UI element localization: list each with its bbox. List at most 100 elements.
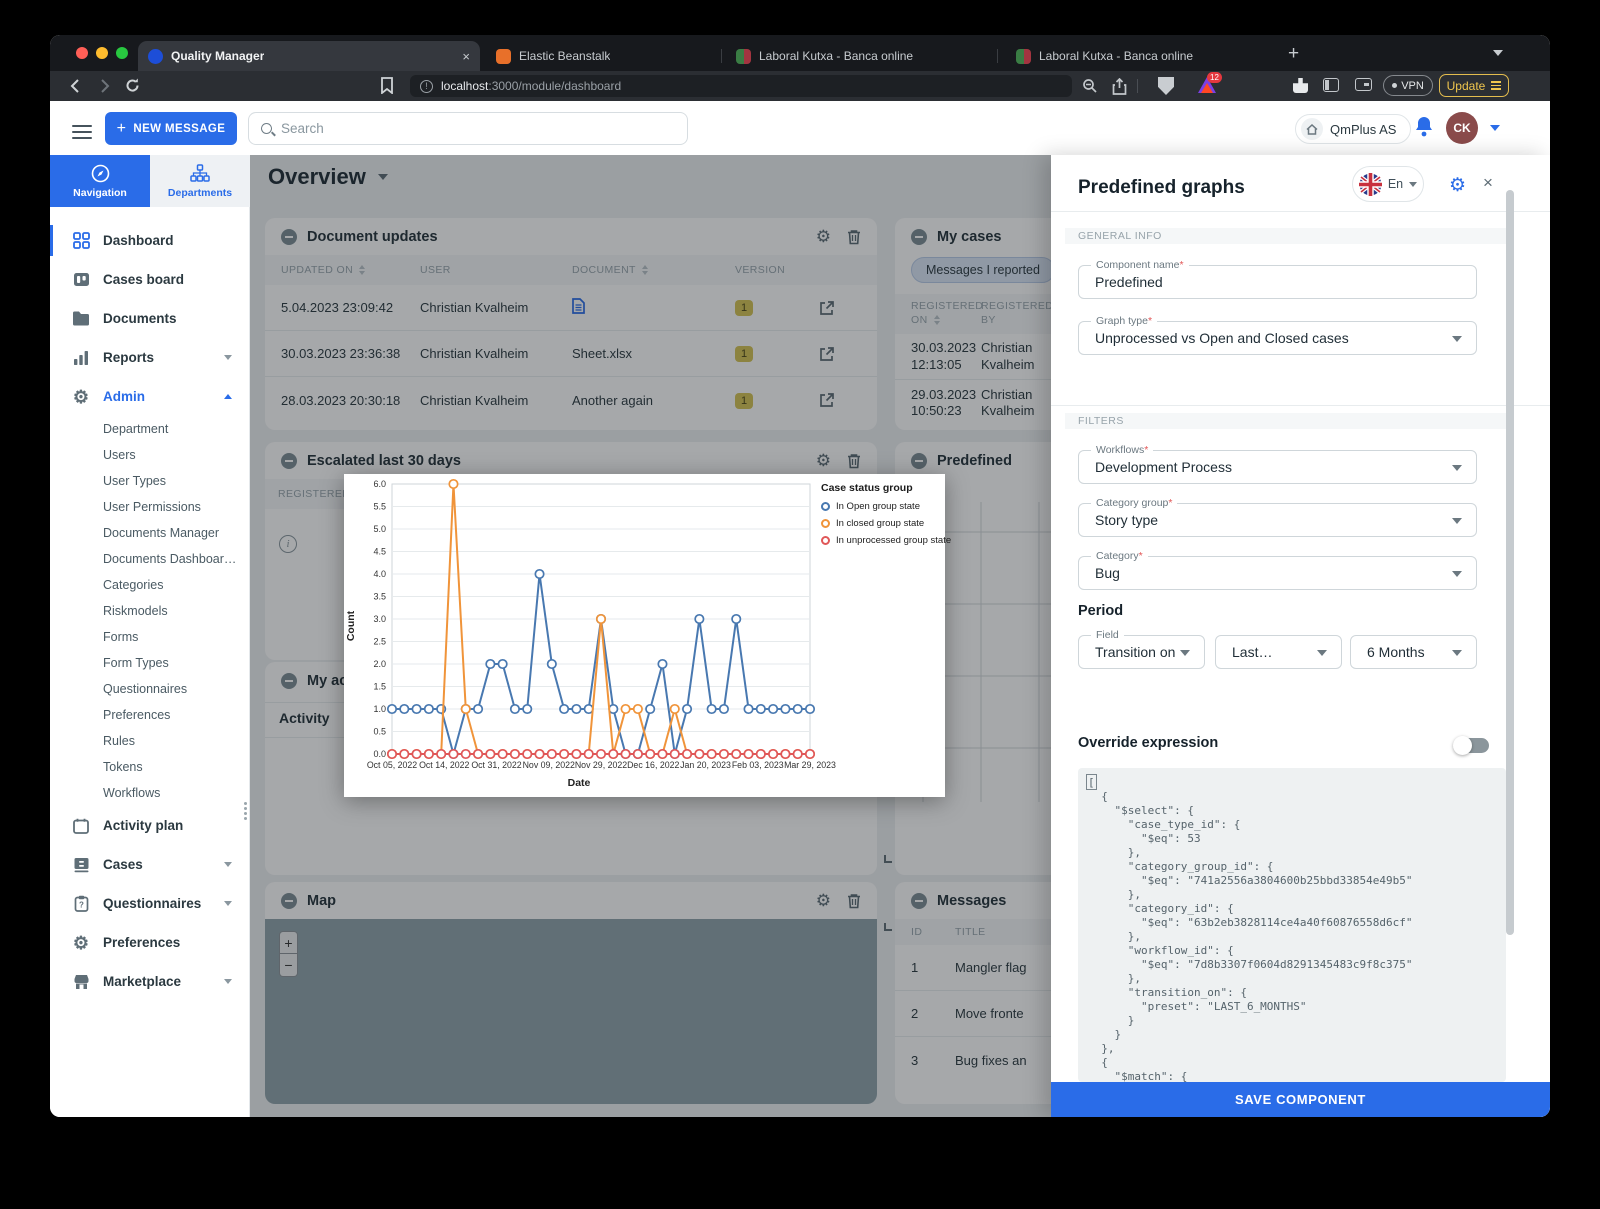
search-placeholder: Search <box>281 121 324 136</box>
predefined-graphs-panel: Predefined graphs En ⚙ × GENERAL INFO Co… <box>1051 155 1550 1117</box>
browser-tab-elastic-beanstalk[interactable]: Elastic Beanstalk <box>486 41 722 71</box>
sidebar-item-cases-board[interactable]: Cases board <box>50 260 250 299</box>
sidebar-item-activity-plan[interactable]: Activity plan <box>50 806 250 845</box>
language-selector[interactable]: En <box>1352 166 1424 202</box>
browser-tab-laboral-kutxa-2[interactable]: Laboral Kutxa - Banca online <box>1006 41 1278 71</box>
sidebar-item-forms[interactable]: Forms <box>50 624 250 650</box>
search-input[interactable]: Search <box>248 112 688 145</box>
browser-tab-quality-manager[interactable]: Quality Manager × <box>138 41 480 71</box>
select-caret-icon <box>1452 465 1462 471</box>
share-icon[interactable] <box>1112 78 1127 95</box>
sidebar-item-reports[interactable]: Reports <box>50 338 250 377</box>
site-info-icon[interactable]: ! <box>420 80 433 93</box>
sidebar-item-label: User Permissions <box>103 500 201 514</box>
sidebar-item-marketplace[interactable]: Marketplace <box>50 962 250 1001</box>
url-bar[interactable]: ! localhost:3000/module/dashboard <box>410 75 1072 97</box>
category-group-select[interactable]: Category group* Story type <box>1078 503 1477 537</box>
bookmark-icon[interactable] <box>380 77 394 94</box>
compass-icon <box>91 164 110 183</box>
sidebar-item-questionnaires[interactable]: ? Questionnaires <box>50 884 250 923</box>
select-caret-icon <box>1452 650 1462 656</box>
override-expression-toggle[interactable] <box>1455 738 1489 753</box>
svg-text:4.0: 4.0 <box>373 569 386 579</box>
sidebar-item-riskmodels[interactable]: Riskmodels <box>50 598 250 624</box>
sidebar-item-admin[interactable]: ⚙ Admin <box>50 377 250 416</box>
user-avatar[interactable]: CK <box>1446 112 1478 144</box>
tab-navigation[interactable]: Navigation <box>50 155 150 207</box>
toolbar-divider <box>1137 79 1138 93</box>
back-button[interactable] <box>68 78 84 94</box>
sidebar-item-user-types[interactable]: User Types <box>50 468 250 494</box>
panel-scrollbar[interactable] <box>1506 190 1514 935</box>
menu-hamburger-icon[interactable] <box>72 121 92 143</box>
period-mode-select[interactable]: Last… <box>1215 635 1342 669</box>
save-component-label: SAVE COMPONENT <box>1235 1092 1366 1107</box>
new-tab-button[interactable]: + <box>1288 43 1299 65</box>
period-field-select[interactable]: Field Transition on <box>1078 635 1205 669</box>
sidebar-item-department[interactable]: Department <box>50 416 250 442</box>
window-minimize-button[interactable] <box>96 47 108 59</box>
organization-selector[interactable]: QmPlus AS <box>1295 114 1411 144</box>
workflows-select[interactable]: Workflows* Development Process <box>1078 450 1477 484</box>
update-button[interactable]: Update <box>1439 74 1509 97</box>
tab-departments[interactable]: Departments <box>150 155 250 207</box>
sidebar-item-workflows[interactable]: Workflows <box>50 780 250 806</box>
component-name-field[interactable]: Component name* Predefined <box>1078 265 1477 299</box>
period-range-select[interactable]: 6 Months <box>1350 635 1477 669</box>
browser-tab-laboral-kutxa-1[interactable]: Laboral Kutxa - Banca online <box>726 41 998 71</box>
tab-search-caret-icon[interactable] <box>1493 50 1503 56</box>
forward-button[interactable] <box>96 78 112 94</box>
reload-button[interactable] <box>124 77 141 94</box>
sidebar-item-documents-manager[interactable]: Documents Manager <box>50 520 250 546</box>
sidebar: Dashboard Cases board Documents Reports … <box>50 207 250 1117</box>
sidebar-item-label: Dashboard <box>103 233 174 248</box>
wallet-icon[interactable] <box>1355 78 1372 91</box>
new-message-button[interactable]: + NEW MESSAGE <box>105 112 237 145</box>
sidebar-item-preferences[interactable]: ⚙ Preferences <box>50 923 250 962</box>
sidebar-item-categories[interactable]: Categories <box>50 572 250 598</box>
sidebar-item-user-permissions[interactable]: User Permissions <box>50 494 250 520</box>
legend-dot <box>821 502 830 511</box>
vpn-button[interactable]: VPN <box>1383 75 1433 96</box>
graph-type-select[interactable]: Graph type* Unprocessed vs Open and Clos… <box>1078 321 1477 355</box>
sidebar-item-form-types[interactable]: Form Types <box>50 650 250 676</box>
sidebar-item-tokens[interactable]: Tokens <box>50 754 250 780</box>
sidebar-item-dashboard[interactable]: Dashboard <box>50 221 250 260</box>
sidebar-item-label: Questionnaires <box>103 682 187 696</box>
svg-text:?: ? <box>79 901 84 910</box>
panel-settings-gear-icon[interactable]: ⚙ <box>1449 174 1466 197</box>
expression-code-block[interactable]: [ { "$select": { "case_type_id": { "$eq"… <box>1078 768 1506 1082</box>
window-close-button[interactable] <box>76 47 88 59</box>
plus-icon: + <box>117 120 127 138</box>
extensions-puzzle-icon[interactable] <box>1293 78 1308 93</box>
required-asterisk: * <box>1144 444 1148 456</box>
brave-shield-icon[interactable] <box>1158 77 1174 95</box>
clipboard-icon: ? <box>72 895 90 913</box>
sidebar-item-documents[interactable]: Documents <box>50 299 250 338</box>
sidebar-item-preferences-admin[interactable]: Preferences <box>50 702 250 728</box>
toggle-knob <box>1453 736 1472 755</box>
sidebar-item-label: Documents Manager <box>103 526 219 540</box>
sidebar-item-label: Rules <box>103 734 135 748</box>
category-select[interactable]: Category* Bug <box>1078 556 1477 590</box>
sidebar-resize-grip[interactable] <box>244 800 249 822</box>
user-menu-caret-icon[interactable] <box>1490 125 1500 131</box>
tab-close-icon[interactable]: × <box>462 49 470 64</box>
sidebar-toggle-icon[interactable] <box>1323 78 1339 92</box>
select-caret-icon <box>1452 518 1462 524</box>
window-zoom-button[interactable] <box>116 47 128 59</box>
field-value: Transition on <box>1095 644 1175 660</box>
zoom-icon[interactable] <box>1082 78 1098 94</box>
sidebar-item-cases[interactable]: Cases <box>50 845 250 884</box>
svg-text:4.5: 4.5 <box>373 547 386 557</box>
panel-close-icon[interactable]: × <box>1483 173 1493 193</box>
sidebar-item-users[interactable]: Users <box>50 442 250 468</box>
svg-text:2.0: 2.0 <box>373 659 386 669</box>
save-component-button[interactable]: SAVE COMPONENT <box>1051 1082 1550 1117</box>
sidebar-item-questionnaires-admin[interactable]: Questionnaires <box>50 676 250 702</box>
sidebar-item-rules[interactable]: Rules <box>50 728 250 754</box>
brave-rewards-icon[interactable]: 12 <box>1198 77 1216 93</box>
notifications-bell-icon[interactable] <box>1414 115 1434 137</box>
sidebar-item-documents-dashboard[interactable]: Documents Dashboar… <box>50 546 250 572</box>
svg-text:0.5: 0.5 <box>373 727 386 737</box>
